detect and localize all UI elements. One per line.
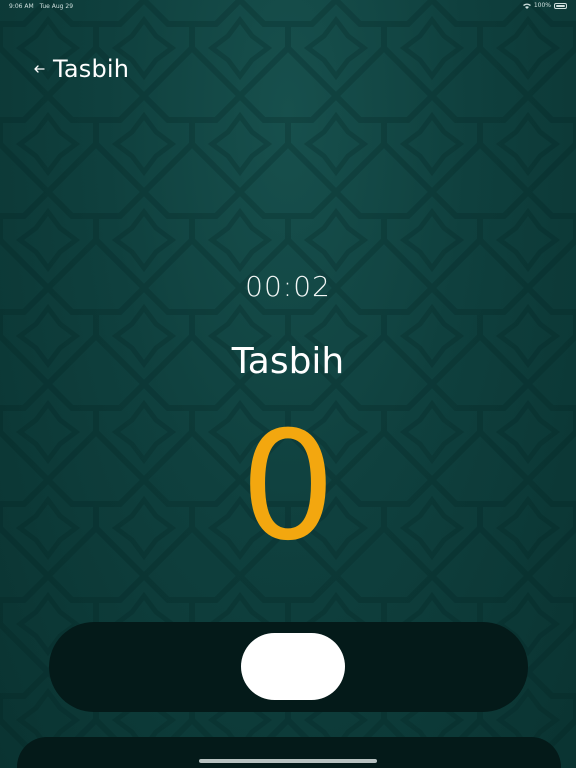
status-clock: 9:06 AM — [9, 3, 34, 10]
status-date: Tue Aug 29 — [39, 3, 74, 10]
bottom-panel — [17, 737, 561, 768]
battery-percent: 100% — [533, 2, 551, 9]
page-title: Tasbih — [53, 55, 130, 83]
session-timer: 00:02 — [245, 270, 331, 303]
home-indicator — [199, 759, 377, 763]
count-slider-knob[interactable] — [241, 633, 345, 700]
app-header: Tasbih — [33, 54, 129, 84]
wifi-icon — [522, 3, 531, 9]
tasbih-counter: 0 — [240, 400, 336, 574]
battery-icon — [554, 2, 567, 9]
dhikr-name: Tasbih — [231, 341, 345, 382]
status-time: 9:06 AM Tue Aug 29 — [9, 3, 73, 10]
status-bar: 9:06 AM Tue Aug 29 100% — [0, 0, 576, 14]
status-indicators: 100% — [522, 2, 567, 9]
back-arrow-icon[interactable] — [33, 63, 45, 75]
